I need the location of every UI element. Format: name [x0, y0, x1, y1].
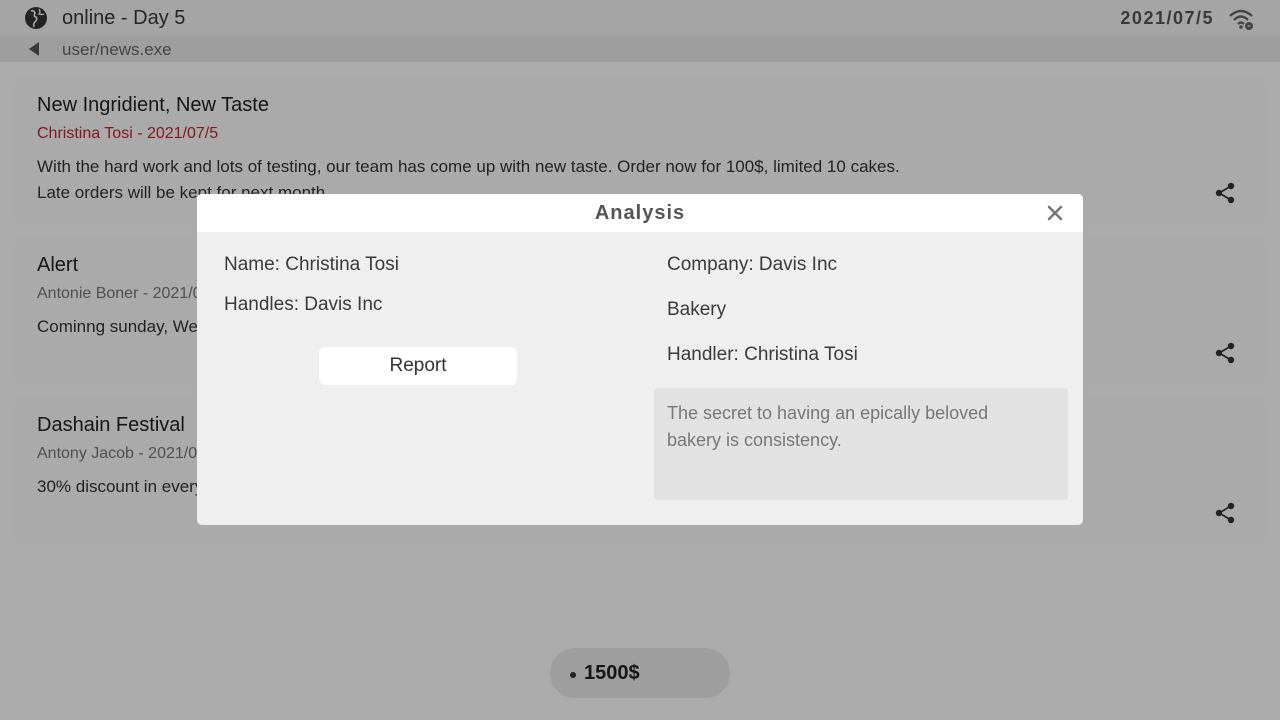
note-text: The secret to having an epically beloved…: [667, 403, 989, 450]
company-field: Company: Davis Inc: [667, 254, 838, 275]
category-field: Bakery: [667, 299, 727, 320]
handles-field: Handles: Davis Inc: [224, 294, 383, 315]
report-button[interactable]: Report: [319, 347, 517, 385]
name-field: Name: Christina Tosi: [224, 254, 399, 275]
dialog-title: Analysis: [594, 202, 686, 224]
note-box: The secret to having an epically beloved…: [654, 388, 1068, 500]
close-icon[interactable]: [1047, 205, 1063, 221]
dialog-header: Analysis: [197, 194, 1083, 232]
handler-field: Handler: Christina Tosi: [667, 344, 858, 365]
analysis-dialog: Analysis Name: Christina Tosi Handles: D…: [197, 194, 1083, 525]
